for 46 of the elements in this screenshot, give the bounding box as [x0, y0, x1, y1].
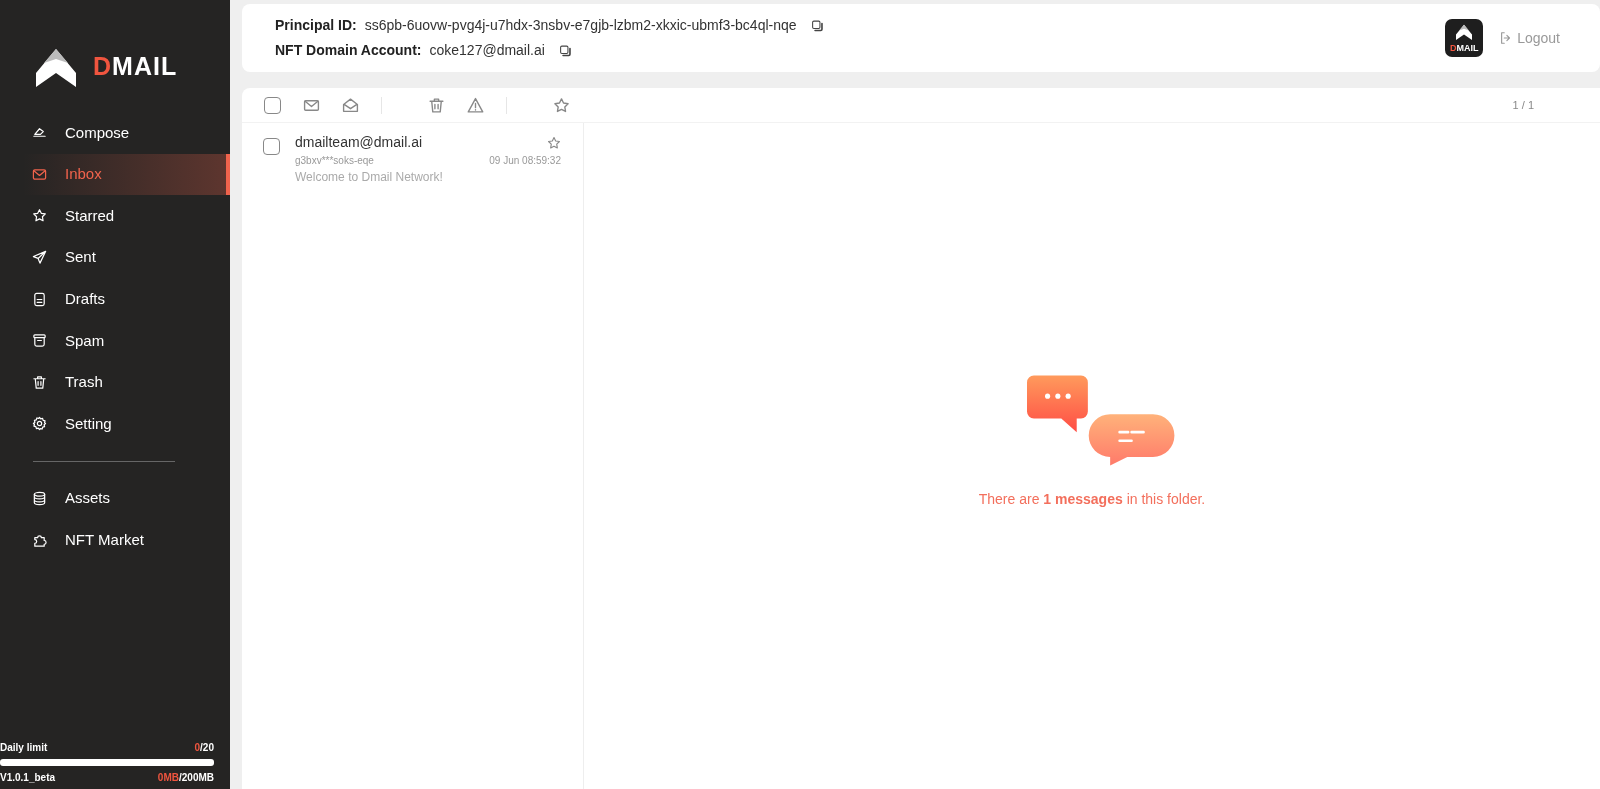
storage-usage: 0MB/200MB	[157, 771, 214, 785]
nav-item[interactable]: Drafts	[0, 278, 230, 320]
nav-item[interactable]: NFT Market	[0, 519, 230, 561]
nav-item[interactable]: Assets	[0, 477, 230, 520]
field-value: ss6pb-6uovw-pvg4j-u7hdx-3nsbv-e7gjb-lzbm2-xkxic-ubmf3-bc4ql-nqe	[364, 16, 797, 35]
trash-icon	[32, 374, 47, 390]
logo-text: DMAIL	[1449, 43, 1479, 53]
select-all-checkbox[interactable]	[264, 96, 281, 114]
copy-icon[interactable]	[558, 42, 572, 59]
message-row[interactable]: dmailteam@dmail.ai g3bxv***soks-eqe 09 Jun 08:59:32 Welcome to Dmail Network!	[242, 123, 583, 186]
version-label: V1.0.1_beta	[0, 771, 56, 785]
paper-plane-icon	[32, 250, 47, 266]
sender-text: dmailteam@dmail.ai	[295, 133, 423, 152]
field-label: Principal ID:	[275, 16, 357, 35]
nav-item[interactable]: Trash	[0, 361, 230, 404]
document-icon	[32, 291, 47, 307]
logo-mark-icon	[35, 47, 77, 87]
open-envelope-icon[interactable]	[342, 96, 359, 114]
message-time: 09 Jun 08:59:32	[489, 154, 561, 168]
logo-text: DMAIL	[93, 51, 178, 83]
coin-stack-icon	[32, 491, 47, 507]
nav-item[interactable]: Setting	[0, 403, 230, 445]
warning-icon[interactable]	[467, 96, 484, 114]
empty-folder-message: There are 1 messages in this folder.	[978, 490, 1206, 509]
message-checkbox[interactable]	[263, 138, 280, 155]
field-label: NFT Domain Account:	[275, 41, 422, 60]
nav-item[interactable]: Spam	[0, 319, 230, 362]
trash-icon[interactable]	[428, 96, 445, 114]
copy-icon[interactable]	[810, 17, 824, 34]
sender-address: g3bxv***soks-eqe	[295, 154, 374, 168]
message-subject: Welcome to Dmail Network!	[295, 169, 444, 186]
star-icon	[32, 208, 47, 224]
daily-limit-label: Daily limit	[0, 741, 48, 755]
star-icon[interactable]	[547, 134, 561, 151]
puzzle-piece-icon	[32, 532, 47, 548]
star-icon[interactable]	[553, 96, 570, 114]
envelope-icon	[32, 166, 47, 182]
nav-item[interactable]: Compose	[0, 112, 230, 154]
nav-item[interactable]: Starred	[0, 195, 230, 237]
nav-item[interactable]: Sent	[0, 236, 230, 279]
gear-icon	[32, 416, 47, 432]
daily-limit-count: 0/20	[194, 741, 214, 755]
bin-icon	[32, 333, 47, 349]
logo-mark-icon	[1456, 23, 1473, 40]
pagination-text: 1 / 1	[1512, 97, 1534, 113]
field-value: coke127@dmail.ai	[429, 41, 545, 60]
